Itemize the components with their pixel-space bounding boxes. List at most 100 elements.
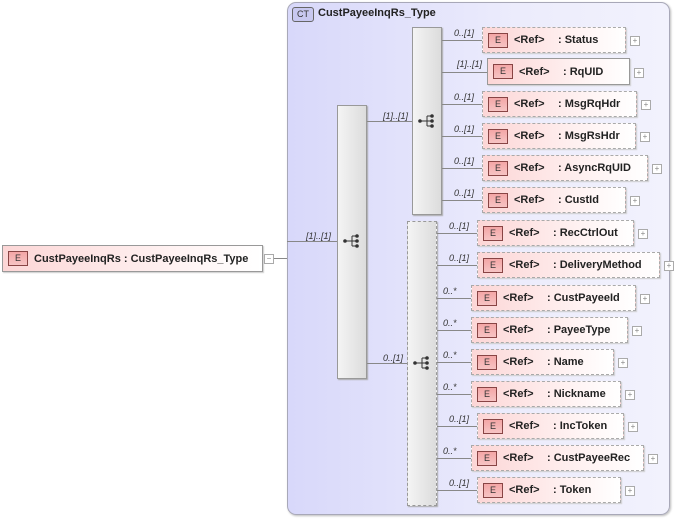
- element-badge-icon: E: [483, 482, 503, 498]
- cardinality-label: 0..[1]: [454, 156, 475, 166]
- connector: [437, 330, 471, 331]
- expand-icon[interactable]: +: [625, 486, 635, 496]
- connector: [437, 233, 477, 234]
- expand-icon[interactable]: +: [641, 100, 651, 110]
- element-name: : CustId: [558, 194, 599, 206]
- child-element[interactable]: E <Ref> : Token: [477, 477, 621, 503]
- connector: [287, 241, 337, 242]
- child-element[interactable]: E <Ref> : RqUID: [487, 58, 630, 85]
- connector: [442, 40, 482, 41]
- element-badge-icon: E: [8, 251, 28, 266]
- element-badge-icon: E: [488, 192, 508, 208]
- connector: [442, 136, 482, 137]
- element-name: : MsgRqHdr: [558, 98, 621, 110]
- element-ref: <Ref>: [503, 356, 534, 368]
- element-ref: <Ref>: [514, 34, 545, 46]
- connector: [437, 426, 477, 427]
- collapse-icon[interactable]: −: [264, 254, 274, 264]
- cardinality-label: [1]..[1]: [383, 111, 409, 121]
- connector: [442, 104, 482, 105]
- connector: [437, 298, 471, 299]
- connector: [274, 258, 287, 259]
- root-element[interactable]: E CustPayeeInqRs : CustPayeeInqRs_Type: [2, 245, 263, 272]
- sequence-icon: [343, 234, 359, 248]
- element-badge-icon: E: [477, 322, 497, 338]
- cardinality-label: [1]..[1]: [306, 231, 332, 241]
- child-element[interactable]: E <Ref> : Status: [482, 27, 626, 53]
- expand-icon[interactable]: +: [638, 229, 648, 239]
- cardinality-label: 0..[1]: [449, 478, 470, 488]
- root-element-name: CustPayeeInqRs: [34, 252, 121, 265]
- expand-icon[interactable]: +: [630, 36, 640, 46]
- element-name: : Nickname: [547, 388, 606, 400]
- complex-type-title: CustPayeeInqRs_Type: [318, 7, 436, 19]
- cardinality-label: 0..[1]: [454, 28, 475, 38]
- element-badge-icon: E: [483, 257, 503, 273]
- expand-icon[interactable]: +: [664, 261, 674, 271]
- cardinality-label: 0..*: [443, 286, 457, 296]
- root-element-type: : CustPayeeInqRs_Type: [123, 252, 249, 265]
- expand-icon[interactable]: +: [628, 422, 638, 432]
- element-badge-icon: E: [477, 354, 497, 370]
- cardinality-label: 0..[1]: [454, 124, 475, 134]
- element-name: : AsyncRqUID: [558, 162, 631, 174]
- expand-icon[interactable]: +: [618, 358, 628, 368]
- expand-icon[interactable]: +: [652, 164, 662, 174]
- element-name: : MsgRsHdr: [558, 130, 620, 142]
- expand-icon[interactable]: +: [632, 326, 642, 336]
- child-element[interactable]: E <Ref> : CustPayeeId: [471, 285, 636, 311]
- element-ref: <Ref>: [514, 130, 545, 142]
- child-element[interactable]: E <Ref> : MsgRsHdr: [482, 123, 636, 149]
- expand-icon[interactable]: +: [640, 132, 650, 142]
- element-ref: <Ref>: [503, 324, 534, 336]
- child-element[interactable]: E <Ref> : MsgRqHdr: [482, 91, 637, 117]
- expand-icon[interactable]: +: [630, 196, 640, 206]
- child-element[interactable]: E <Ref> : CustPayeeRec: [471, 445, 644, 471]
- element-badge-icon: E: [483, 418, 503, 434]
- child-element[interactable]: E <Ref> : RecCtrlOut: [477, 220, 634, 246]
- element-name: : RecCtrlOut: [553, 227, 618, 239]
- element-badge-icon: E: [477, 450, 497, 466]
- cardinality-label: 0..[1]: [449, 414, 470, 424]
- element-badge-icon: E: [488, 32, 508, 48]
- cardinality-label: 0..*: [443, 350, 457, 360]
- connector: [367, 363, 407, 364]
- element-name: : Name: [547, 356, 584, 368]
- complex-type-badge: CT: [292, 7, 314, 22]
- element-badge-icon: E: [477, 386, 497, 402]
- element-ref: <Ref>: [503, 388, 534, 400]
- child-element[interactable]: E <Ref> : Name: [471, 349, 614, 375]
- cardinality-label: [1]..[1]: [457, 59, 483, 69]
- element-badge-icon: E: [488, 96, 508, 112]
- cardinality-label: 0..[1]: [383, 353, 404, 363]
- cardinality-label: 0..[1]: [454, 188, 475, 198]
- connector: [437, 265, 477, 266]
- child-element[interactable]: E <Ref> : CustId: [482, 187, 626, 213]
- sequence-icon: [413, 356, 429, 370]
- element-ref: <Ref>: [509, 227, 540, 239]
- cardinality-label: 0..[1]: [449, 253, 470, 263]
- child-element[interactable]: E <Ref> : DeliveryMethod: [477, 252, 660, 278]
- element-ref: <Ref>: [514, 194, 545, 206]
- child-element[interactable]: E <Ref> : IncToken: [477, 413, 624, 439]
- expand-icon[interactable]: +: [634, 68, 644, 78]
- element-badge-icon: E: [488, 160, 508, 176]
- cardinality-label: 0..[1]: [449, 221, 470, 231]
- child-element[interactable]: E <Ref> : PayeeType: [471, 317, 628, 343]
- expand-icon[interactable]: +: [648, 454, 658, 464]
- connector: [442, 200, 482, 201]
- element-name: : Status: [558, 34, 599, 46]
- connector: [437, 394, 471, 395]
- sequence-icon: [418, 114, 434, 128]
- expand-icon[interactable]: +: [640, 294, 650, 304]
- connector: [437, 362, 471, 363]
- element-name: : IncToken: [553, 420, 608, 432]
- cardinality-label: 0..*: [443, 446, 457, 456]
- expand-icon[interactable]: +: [625, 390, 635, 400]
- child-element[interactable]: E <Ref> : Nickname: [471, 381, 621, 407]
- child-element[interactable]: E <Ref> : AsyncRqUID: [482, 155, 648, 181]
- connector: [442, 168, 482, 169]
- element-name: : CustPayeeRec: [547, 452, 631, 464]
- cardinality-label: 0..*: [443, 382, 457, 392]
- element-ref: <Ref>: [514, 98, 545, 110]
